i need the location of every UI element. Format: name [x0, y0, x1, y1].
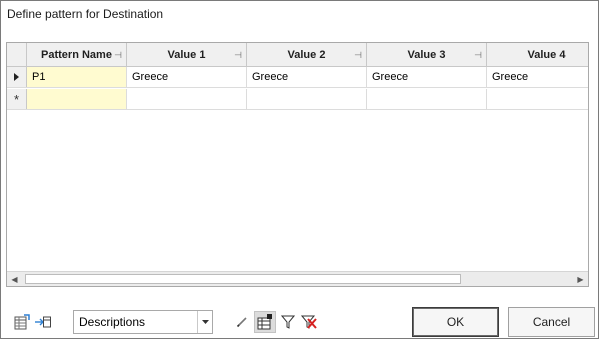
current-row-arrow-icon — [14, 73, 19, 81]
new-row-icon: * — [13, 91, 20, 107]
pattern-dialog: Define pattern for Destination Pattern N… — [0, 0, 599, 339]
ok-button[interactable]: OK — [412, 307, 499, 337]
cell-value-1[interactable]: Greece — [127, 67, 247, 87]
column-header-label: Value 2 — [287, 48, 326, 61]
column-header-label: Value 1 — [167, 48, 206, 61]
pin-icon[interactable]: ⊣ — [474, 50, 482, 61]
pin-icon[interactable]: ⊣ — [114, 50, 122, 61]
column-header-value-2[interactable]: Value 2 ⊣ — [247, 43, 367, 66]
chevron-down-icon[interactable] — [197, 311, 212, 333]
cell-value-4[interactable]: Greece — [487, 67, 588, 87]
view-mode-select[interactable]: Descriptions — [73, 310, 213, 334]
cell-pattern-name[interactable]: P1 — [27, 67, 127, 87]
pin-icon[interactable]: ⊣ — [234, 50, 242, 61]
horizontal-scrollbar[interactable]: ◀ ▶ — [7, 271, 588, 286]
column-header-label: Pattern Name — [41, 48, 112, 61]
new-cell-value-4[interactable] — [487, 89, 588, 109]
pattern-grid: Pattern Name ⊣ Value 1 ⊣ Value 2 ⊣ Value… — [6, 42, 589, 287]
row-selector-header[interactable] — [7, 43, 27, 66]
view-mode-value: Descriptions — [79, 315, 146, 329]
column-header-value-4[interactable]: Value 4 ⊣ — [487, 43, 588, 66]
grid-layout-icon[interactable] — [254, 311, 276, 333]
cancel-button[interactable]: Cancel — [508, 307, 595, 337]
new-cell-value-3[interactable] — [367, 89, 487, 109]
scroll-left-icon[interactable]: ◀ — [7, 272, 22, 286]
new-cell-pattern-name[interactable] — [27, 89, 127, 109]
bottom-toolbar: Descriptions OK Cancel — [1, 306, 599, 339]
table-settings-icon[interactable] — [13, 313, 31, 331]
scroll-thumb[interactable] — [25, 274, 461, 284]
clear-filter-icon[interactable] — [300, 314, 318, 330]
column-header-value-3[interactable]: Value 3 ⊣ — [367, 43, 487, 66]
dialog-title: Define pattern for Destination — [7, 7, 164, 21]
export-icon[interactable] — [34, 314, 52, 330]
new-row-selector[interactable]: * — [7, 89, 27, 109]
grid-header-row: Pattern Name ⊣ Value 1 ⊣ Value 2 ⊣ Value… — [7, 43, 588, 67]
column-header-label: Value 4 — [527, 48, 566, 61]
new-row[interactable]: * — [7, 89, 588, 110]
new-cell-value-2[interactable] — [247, 89, 367, 109]
column-header-label: Value 3 — [407, 48, 446, 61]
new-cell-value-1[interactable] — [127, 89, 247, 109]
table-row[interactable]: P1 Greece Greece Greece Greece — [7, 67, 588, 88]
row-selector[interactable] — [7, 67, 27, 87]
scroll-right-icon[interactable]: ▶ — [573, 272, 588, 286]
pin-icon[interactable]: ⊣ — [354, 50, 362, 61]
column-header-value-1[interactable]: Value 1 ⊣ — [127, 43, 247, 66]
cell-value-3[interactable]: Greece — [367, 67, 487, 87]
column-header-pattern-name[interactable]: Pattern Name ⊣ — [27, 43, 127, 66]
pencil-icon[interactable] — [235, 315, 249, 329]
filter-icon[interactable] — [280, 314, 296, 330]
cell-value-2[interactable]: Greece — [247, 67, 367, 87]
